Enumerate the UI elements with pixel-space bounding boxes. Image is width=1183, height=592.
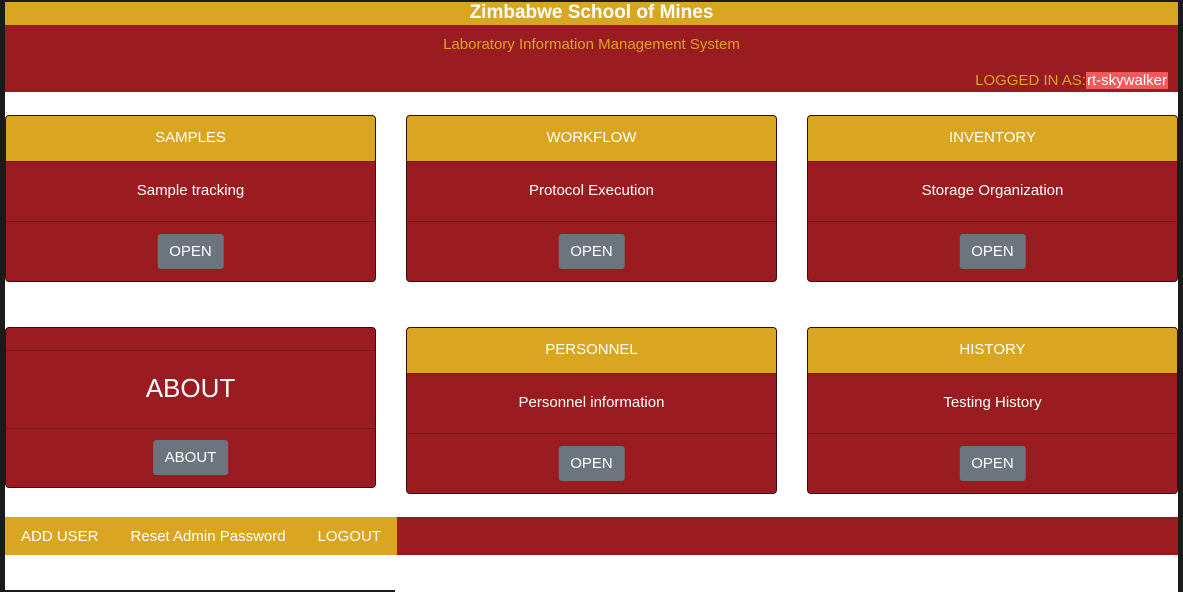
about-card-title: ABOUT <box>6 351 375 429</box>
personnel-open-button[interactable]: OPEN <box>558 446 625 481</box>
inventory-card: INVENTORY Storage Organization OPEN <box>807 115 1178 282</box>
app-subtitle: Laboratory Information Management System <box>443 36 740 53</box>
history-card-footer: OPEN <box>808 434 1177 493</box>
workflow-card-footer: OPEN <box>407 222 776 281</box>
about-card: ABOUT ABOUT <box>5 327 376 488</box>
workflow-open-button[interactable]: OPEN <box>558 234 625 269</box>
about-card-footer: ABOUT <box>6 429 375 487</box>
samples-open-button[interactable]: OPEN <box>157 234 224 269</box>
about-card-top <box>6 328 375 351</box>
history-open-button[interactable]: OPEN <box>959 446 1026 481</box>
inventory-card-description: Storage Organization <box>808 162 1177 222</box>
samples-card: SAMPLES Sample tracking OPEN <box>5 115 376 282</box>
logged-in-label: LOGGED IN AS: <box>975 72 1086 89</box>
inventory-card-footer: OPEN <box>808 222 1177 281</box>
footer-bar: ADD USER Reset Admin Password LOGOUT <box>5 517 1178 555</box>
add-user-link[interactable]: ADD USER <box>21 528 99 545</box>
samples-card-footer: OPEN <box>6 222 375 281</box>
inventory-card-title: INVENTORY <box>808 116 1177 162</box>
history-card-title: HISTORY <box>808 328 1177 374</box>
history-card: HISTORY Testing History OPEN <box>807 327 1178 494</box>
workflow-card-title: WORKFLOW <box>407 116 776 162</box>
history-card-description: Testing History <box>808 374 1177 434</box>
personnel-card-footer: OPEN <box>407 434 776 493</box>
footer-nav: ADD USER Reset Admin Password LOGOUT <box>5 517 397 555</box>
header: Laboratory Information Management System… <box>5 25 1178 92</box>
inventory-open-button[interactable]: OPEN <box>959 234 1026 269</box>
about-button[interactable]: ABOUT <box>152 440 229 475</box>
reset-admin-password-link[interactable]: Reset Admin Password <box>131 528 286 545</box>
personnel-card-description: Personnel information <box>407 374 776 434</box>
workflow-card-description: Protocol Execution <box>407 162 776 222</box>
workflow-card: WORKFLOW Protocol Execution OPEN <box>406 115 777 282</box>
page: Zimbabwe School of Mines Laboratory Info… <box>5 2 1178 592</box>
personnel-card: PERSONNEL Personnel information OPEN <box>406 327 777 494</box>
samples-card-description: Sample tracking <box>6 162 375 222</box>
samples-card-title: SAMPLES <box>6 116 375 162</box>
app-title: Zimbabwe School of Mines <box>5 2 1178 25</box>
personnel-card-title: PERSONNEL <box>407 328 776 374</box>
username: rt-skywalker <box>1085 72 1168 89</box>
logout-link[interactable]: LOGOUT <box>318 528 381 545</box>
logged-in-status: LOGGED IN AS:rt-skywalker <box>975 72 1168 89</box>
